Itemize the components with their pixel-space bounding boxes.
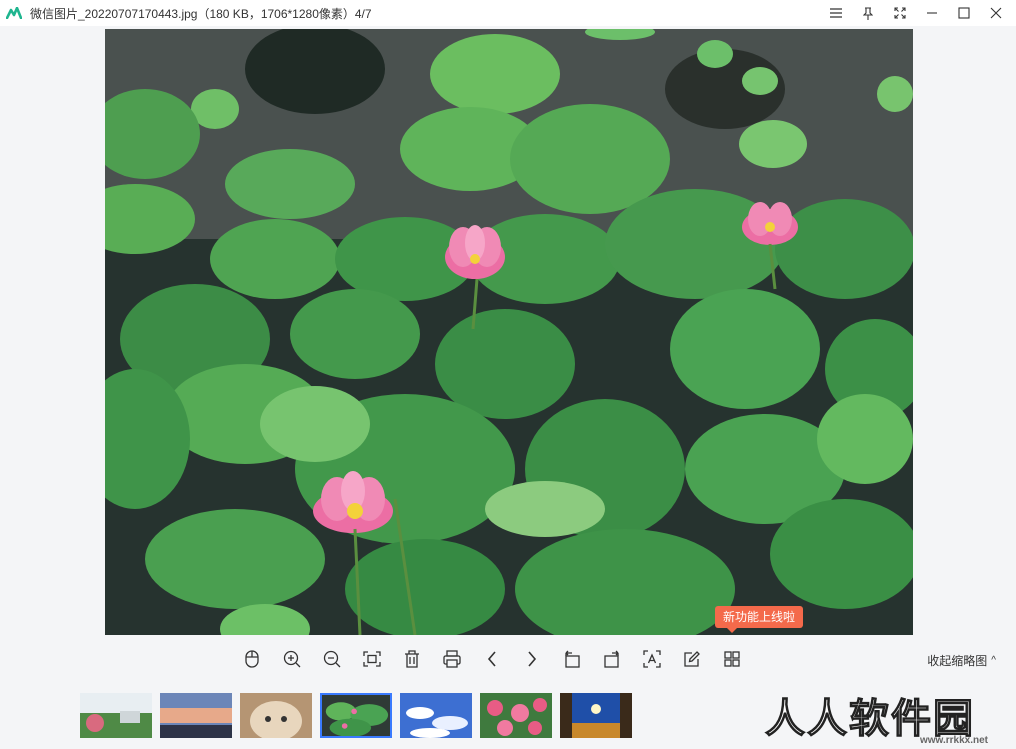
lotus-photo[interactable] — [105, 29, 913, 635]
mouse-icon[interactable] — [232, 644, 272, 674]
fullscreen-icon[interactable] — [884, 0, 916, 26]
watermark: 人人软件园 www.rrkkx.net — [764, 686, 1010, 746]
zoom-in-icon[interactable] — [272, 644, 312, 674]
rotate-left-icon[interactable] — [552, 644, 592, 674]
thumbnail-6[interactable] — [480, 693, 552, 738]
zoom-out-icon[interactable] — [312, 644, 352, 674]
window-title: 微信图片_20220707170443.jpg（180 KB，1706*1280… — [30, 6, 372, 21]
fit-window-icon[interactable] — [352, 644, 392, 674]
thumbnail-1[interactable] — [80, 693, 152, 738]
close-icon[interactable] — [980, 0, 1012, 26]
collapse-thumbnails-label: 收起缩略图 — [927, 654, 988, 668]
tool-buttons — [232, 644, 752, 674]
print-icon[interactable] — [432, 644, 472, 674]
watermark-url: www.rrkkx.net — [920, 735, 988, 746]
image-viewer — [0, 26, 1016, 635]
ocr-icon[interactable] — [632, 644, 672, 674]
title-bar: 微信图片_20220707170443.jpg（180 KB，1706*1280… — [0, 0, 1016, 26]
maximize-icon[interactable] — [948, 0, 980, 26]
thumbnail-strip — [80, 693, 640, 738]
chevron-up-icon: ^ — [991, 655, 996, 666]
window-controls — [820, 0, 1012, 26]
thumbnail-3[interactable] — [240, 693, 312, 738]
rotate-right-icon[interactable] — [592, 644, 632, 674]
minimize-icon[interactable] — [916, 0, 948, 26]
thumbnail-7[interactable] — [560, 693, 632, 738]
new-feature-tooltip[interactable]: 新功能上线啦 — [715, 606, 804, 633]
menu-icon[interactable] — [820, 0, 852, 26]
next-icon[interactable] — [512, 644, 552, 674]
edit-icon[interactable] — [672, 644, 712, 674]
collapse-thumbnails-button[interactable]: 收起缩略图 ^ — [927, 652, 996, 669]
grid-icon[interactable] — [712, 644, 752, 674]
previous-icon[interactable] — [472, 644, 512, 674]
bottom-toolbar: 收起缩略图 ^ — [0, 636, 1016, 682]
thumbnail-5[interactable] — [400, 693, 472, 738]
thumbnail-4[interactable] — [320, 693, 392, 738]
app-logo-icon — [6, 6, 22, 20]
thumbnail-2[interactable] — [160, 693, 232, 738]
delete-icon[interactable] — [392, 644, 432, 674]
pin-icon[interactable] — [852, 0, 884, 26]
